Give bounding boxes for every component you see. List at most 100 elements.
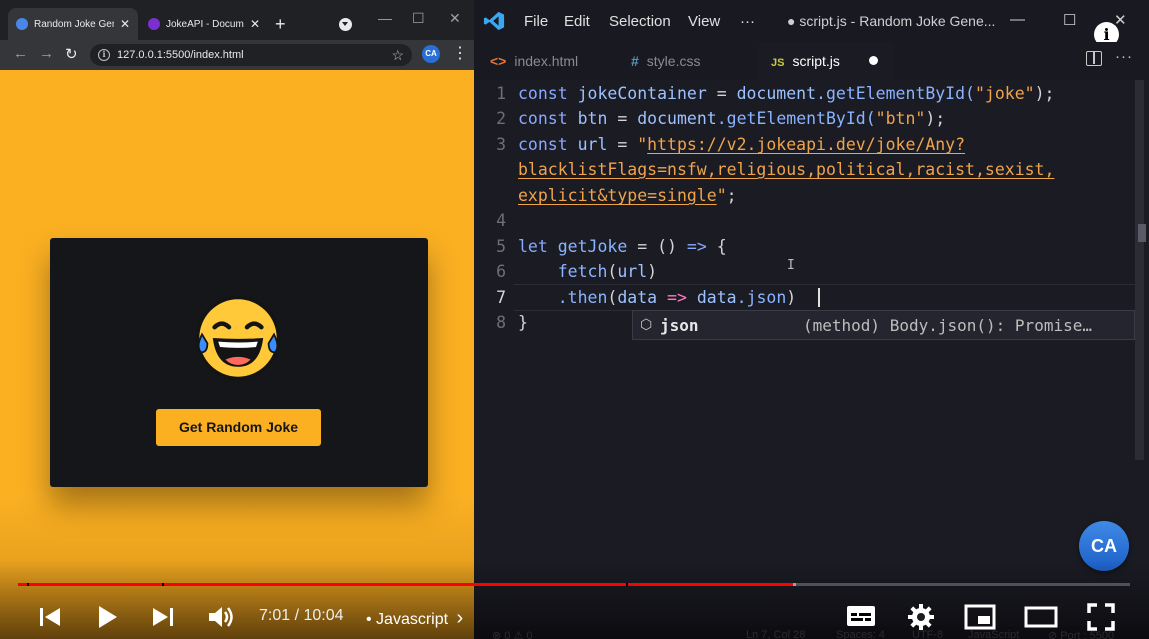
vscode-logo-icon — [483, 11, 505, 31]
mouse-ibeam-cursor: I — [787, 258, 795, 273]
window-title: ● script.js - Random Joke Gene... — [787, 13, 996, 29]
code-line-3-wrap-1: blacklistFlags=nsfw,religious,political,… — [518, 160, 1055, 179]
editor-scrollbar[interactable] — [1135, 80, 1144, 460]
chapter-marker — [626, 583, 628, 586]
code-editor[interactable]: 1 2 3 4 5 6 7 8 const jokeContainer = do… — [474, 80, 1149, 580]
chapter-marker — [162, 583, 164, 586]
chapter-marker — [27, 583, 29, 586]
laughing-emoji-icon — [195, 295, 281, 381]
play-icon[interactable] — [96, 604, 120, 630]
vscode-title-bar: File Edit Selection View ··· ● script.js… — [474, 0, 1149, 42]
menu-edit[interactable]: Edit — [564, 13, 590, 30]
browser-tab-title: Random Joke Gen — [34, 18, 114, 30]
minimize-icon[interactable]: — — [1010, 11, 1025, 28]
line-number: 7 — [496, 288, 506, 307]
browser-menu-icon[interactable]: ⋮ — [452, 44, 468, 64]
current-time: 7:01 — [259, 607, 291, 624]
extension-ca-icon[interactable]: CA — [422, 45, 440, 63]
indentation-setting[interactable]: Spaces: 4 — [836, 629, 885, 639]
bookmark-star-icon[interactable]: ☆ — [391, 44, 404, 66]
line-number: 8 — [496, 313, 506, 332]
theater-mode-icon[interactable] — [1024, 606, 1058, 628]
menu-view[interactable]: View — [688, 13, 720, 30]
tab-index-html[interactable]: <> index.html — [490, 42, 608, 80]
text-caret — [818, 288, 820, 307]
minimize-icon[interactable]: — — [378, 10, 392, 26]
site-info-icon[interactable]: i — [98, 49, 110, 61]
subtitles-icon[interactable] — [846, 604, 876, 628]
get-random-joke-button[interactable]: Get Random Joke — [156, 409, 321, 446]
code-line-6: fetch(url) — [557, 262, 658, 281]
chapter-title-button[interactable]: • Javascript › — [366, 607, 463, 630]
css-file-icon: # — [631, 53, 639, 69]
maximize-icon[interactable]: ☐ — [412, 10, 425, 27]
close-tab-icon[interactable]: ✕ — [120, 17, 130, 31]
line-number: 3 — [496, 135, 506, 154]
channel-watermark-icon[interactable]: CA — [1079, 521, 1129, 571]
method-cube-icon: ⬡ — [640, 317, 653, 333]
tab-style-css[interactable]: # style.css — [631, 42, 741, 80]
previous-video-icon[interactable] — [38, 605, 62, 629]
miniplayer-icon[interactable] — [964, 604, 996, 630]
suggestion-detail: (method) Body.json(): Promise… — [803, 316, 1092, 335]
autocomplete-suggestion[interactable]: ⬡ json (method) Body.json(): Promise… — [632, 310, 1135, 340]
line-number: 5 — [496, 237, 506, 256]
maximize-icon[interactable]: ☐ — [1063, 11, 1076, 29]
cursor-position[interactable]: Ln 7, Col 28 — [746, 629, 805, 639]
vscode-window: File Edit Selection View ··· ● script.js… — [474, 0, 1149, 639]
settings-gear-icon[interactable] — [907, 603, 935, 631]
line-number: 6 — [496, 262, 506, 281]
browser-tab-random-joke[interactable]: Random Joke Gen ✕ — [8, 8, 138, 40]
progress-played — [18, 583, 793, 586]
tab-search-icon[interactable] — [339, 18, 352, 31]
code-line-3-wrap-2: explicit&type=single"; — [518, 186, 737, 205]
browser-toolbar: ← → ↻ i 127.0.0.1:5500/index.html ☆ — [0, 40, 474, 70]
tab-label: index.html — [514, 53, 579, 69]
html-file-icon: <> — [490, 53, 507, 69]
code-line-5: let getJoke = () => { — [518, 237, 727, 256]
suggestion-label: json — [660, 316, 699, 335]
close-window-icon[interactable]: ✕ — [449, 10, 461, 27]
menu-more-icon[interactable]: ··· — [740, 13, 755, 30]
time-separator: / — [294, 607, 300, 624]
menu-file[interactable]: File — [524, 13, 548, 30]
time-display: 7:01 / 10:04 — [259, 607, 344, 625]
address-bar[interactable]: i 127.0.0.1:5500/index.html ☆ — [90, 44, 412, 66]
joke-card: Get Random Joke — [50, 238, 428, 487]
chevron-right-icon: › — [456, 607, 464, 629]
code-line-3: const url = "https://v2.jokeapi.dev/joke… — [518, 135, 966, 154]
browser-tab-strip: Random Joke Gen ✕ JokeAPI - Docum ✕ + — … — [0, 0, 474, 40]
code-line-1: const jokeContainer = document.getElemen… — [518, 84, 1055, 103]
browser-tab-jokeapi[interactable]: JokeAPI - Docum ✕ — [140, 8, 268, 40]
forward-arrow-icon[interactable]: → — [39, 45, 54, 62]
web-page: Get Random Joke — [0, 70, 474, 639]
chapter-title: • Javascript — [366, 611, 449, 628]
tab-label: style.css — [646, 53, 701, 69]
next-video-icon[interactable] — [151, 605, 175, 629]
jokeapi-favicon-icon — [148, 18, 160, 30]
browser-window: Random Joke Gen ✕ JokeAPI - Docum ✕ + — … — [0, 0, 474, 639]
back-arrow-icon[interactable]: ← — [13, 45, 28, 62]
problems-indicator[interactable]: ⊗ 0 ⚠ 0 — [492, 629, 532, 639]
editor-tab-bar: <> index.html # style.css JS script.js — [474, 42, 1149, 80]
duration: 10:04 — [303, 607, 344, 624]
code-line-7: .then(data => data.json) — [557, 288, 797, 307]
volume-icon[interactable] — [207, 604, 235, 630]
menu-selection[interactable]: Selection — [609, 13, 671, 30]
chrome-favicon-icon — [16, 18, 28, 30]
fullscreen-icon[interactable] — [1087, 603, 1115, 631]
tab-script-js[interactable]: JS script.js — [759, 42, 893, 80]
reload-icon[interactable]: ↻ — [65, 45, 78, 63]
line-number: 1 — [496, 84, 506, 103]
new-tab-button[interactable]: + — [275, 14, 286, 34]
js-file-icon: JS — [771, 57, 785, 69]
unsaved-dot-icon[interactable] — [869, 56, 878, 65]
more-actions-icon[interactable]: ··· — [1115, 48, 1133, 65]
language-mode[interactable]: JavaScript — [968, 629, 1019, 639]
scrollbar-cursor-marker — [1138, 224, 1146, 242]
code-line-2: const btn = document.getElementById("btn… — [518, 109, 946, 128]
browser-tab-title: JokeAPI - Docum — [166, 18, 244, 30]
line-number: 4 — [496, 211, 506, 230]
split-editor-icon[interactable] — [1086, 51, 1102, 66]
close-tab-icon[interactable]: ✕ — [250, 17, 260, 31]
